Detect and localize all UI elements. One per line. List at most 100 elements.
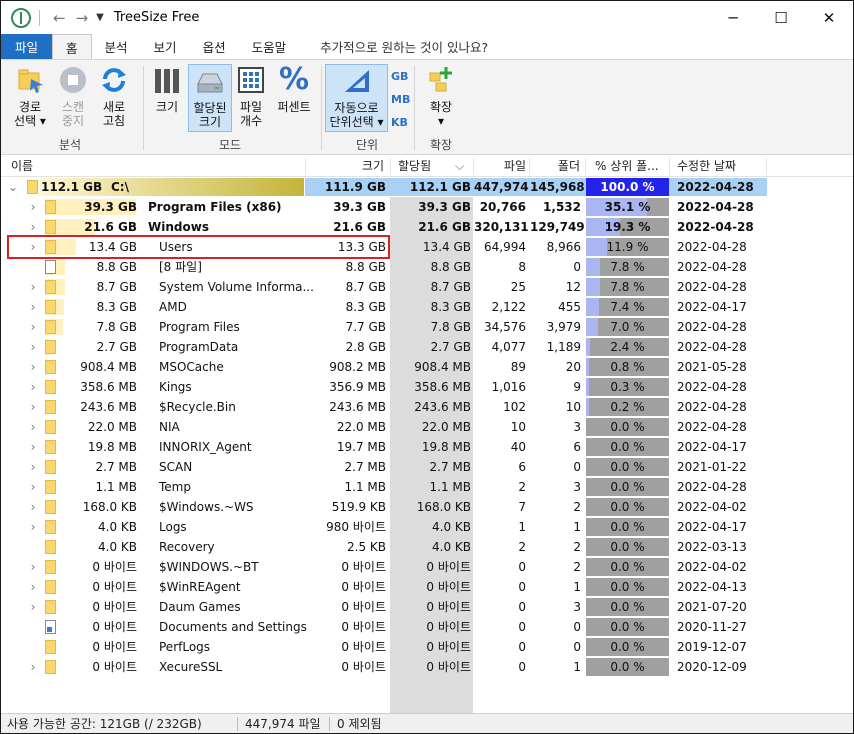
expand-chevron-icon[interactable] <box>27 257 39 277</box>
column-modified[interactable]: 수정한 날짜 <box>677 156 736 177</box>
column-separator[interactable] <box>766 158 767 175</box>
expand-chevron-icon[interactable]: › <box>27 277 39 297</box>
tree-row[interactable]: › 358.6 MB Kings 356.9 MB 358.6 MB 1,016 9 0.3 … <box>1 377 853 397</box>
row-name[interactable]: $Recycle.Bin <box>159 397 236 417</box>
row-name[interactable]: Kings <box>159 377 192 397</box>
row-name[interactable]: $WINDOWS.~BT <box>159 557 259 577</box>
tree-row[interactable]: › 908.4 MB MSOCache 908.2 MB 908.4 MB 89 20 0.8… <box>1 357 853 377</box>
tree-row[interactable]: › 22.0 MB NIA 22.0 MB 22.0 MB 10 3 0.0 % 2022-04… <box>1 417 853 437</box>
unit-kb-button[interactable]: KB <box>391 116 408 129</box>
expand-chevron-icon[interactable]: › <box>27 317 39 337</box>
unit-gb-button[interactable]: GB <box>391 70 408 83</box>
row-name[interactable]: Program Files <box>159 317 240 337</box>
tree-row[interactable]: › 2.7 MB SCAN 2.7 MB 2.7 MB 6 0 0.0 % 2021-01-22 <box>1 457 853 477</box>
tree-row[interactable]: 4.0 KB Recovery 2.5 KB 4.0 KB 2 2 0.0 % 2022-03… <box>1 537 853 557</box>
row-name[interactable]: AMD <box>159 297 187 317</box>
tree-row[interactable]: › 0 바이트 XecureSSL 0 바이트 0 바이트 0 1 0.0 % 2020-12-… <box>1 657 853 677</box>
tree-row[interactable]: 0 바이트 PerfLogs 0 바이트 0 바이트 0 0 0.0 % 2019-12-07 <box>1 637 853 657</box>
row-name[interactable]: Recovery <box>159 537 215 557</box>
percent-mode-button[interactable]: % 퍼센트 <box>273 64 315 115</box>
row-name[interactable]: XecureSSL <box>159 657 222 677</box>
tab-options[interactable]: 옵션 <box>190 34 239 59</box>
expand-chevron-icon[interactable]: › <box>27 337 39 357</box>
tree-row[interactable]: › 8.3 GB AMD 8.3 GB 8.3 GB 2,122 455 7.4 % 2022-… <box>1 297 853 317</box>
expand-chevron-icon[interactable]: › <box>27 657 39 677</box>
forward-arrow-icon[interactable]: → <box>76 9 89 27</box>
tree-row[interactable]: › 4.0 KB Logs 980 바이트 4.0 KB 1 1 0.0 % 2022-04-1… <box>1 517 853 537</box>
expand-chevron-icon[interactable]: › <box>27 217 39 237</box>
unit-mb-button[interactable]: MB <box>391 93 410 106</box>
expand-button[interactable]: 확장 ▾ <box>421 64 461 128</box>
row-name[interactable]: System Volume Informa... <box>159 277 314 297</box>
row-name[interactable]: ProgramData <box>159 337 238 357</box>
tab-analysis[interactable]: 분석 <box>92 34 141 59</box>
tree-row[interactable]: › 39.3 GB Program Files (x86) 39.3 GB 39.3 G… <box>1 197 853 217</box>
quick-access-dropdown-icon[interactable]: ▼ <box>96 12 104 23</box>
expand-chevron-icon[interactable]: › <box>27 417 39 437</box>
row-name[interactable]: MSOCache <box>159 357 224 377</box>
column-separator[interactable] <box>390 158 391 175</box>
column-name[interactable]: 이름 <box>11 156 33 177</box>
expand-chevron-icon[interactable] <box>27 637 39 657</box>
size-mode-button[interactable]: 크기 <box>149 64 185 114</box>
row-name[interactable]: Documents and Settings <box>159 617 307 637</box>
expand-chevron-icon[interactable]: › <box>27 497 39 517</box>
auto-unit-button[interactable]: 자동으로 단위선택 ▾ <box>325 64 388 132</box>
expand-chevron-icon[interactable]: › <box>27 377 39 397</box>
tab-home[interactable]: 홈 <box>52 34 92 59</box>
expand-chevron-icon[interactable]: › <box>27 357 39 377</box>
tab-help[interactable]: 도움말 <box>239 34 300 59</box>
minimize-button[interactable]: ─ <box>709 1 757 34</box>
tree-row[interactable]: › 7.8 GB Program Files 7.7 GB 7.8 GB 34,576 3,… <box>1 317 853 337</box>
row-name[interactable]: INNORIX_Agent <box>159 437 252 457</box>
column-separator[interactable] <box>669 158 670 175</box>
row-name[interactable]: $Windows.~WS <box>159 497 254 517</box>
tree-row[interactable]: › 21.6 GB Windows 21.6 GB 21.6 GB 320,131 129,… <box>1 217 853 237</box>
expand-chevron-icon[interactable]: › <box>27 397 39 417</box>
column-percent-parent[interactable]: % 상위 폴... <box>595 156 659 177</box>
expand-chevron-icon[interactable]: › <box>27 457 39 477</box>
treesize-logo-icon[interactable] <box>11 7 31 28</box>
maximize-button[interactable]: ☐ <box>757 1 805 34</box>
tab-view[interactable]: 보기 <box>141 34 190 59</box>
file-count-mode-button[interactable]: 파일 개수 <box>235 64 267 128</box>
select-path-button[interactable]: 경로 선택 ▾ <box>9 64 51 128</box>
row-name[interactable]: Windows <box>148 217 209 237</box>
tree-row[interactable]: › 243.6 MB $Recycle.Bin 243.6 MB 243.6 MB 102… <box>1 397 853 417</box>
expand-chevron-icon[interactable]: › <box>27 597 39 617</box>
tree-row[interactable]: › 0 바이트 $WinREAgent 0 바이트 0 바이트 0 1 0.0 % 2022-0… <box>1 577 853 597</box>
tree-row[interactable]: › 2.7 GB ProgramData 2.8 GB 2.7 GB 4,077 1,189… <box>1 337 853 357</box>
tree-row[interactable]: › 0 바이트 $WINDOWS.~BT 0 바이트 0 바이트 0 2 0.0 % 2022-… <box>1 557 853 577</box>
expand-chevron-icon[interactable]: ⌄ <box>7 177 19 197</box>
row-name[interactable]: [8 파일] <box>159 257 202 277</box>
tell-me-search[interactable]: 추가적으로 원하는 것이 있나요? <box>307 34 501 59</box>
column-size[interactable]: 크기 <box>306 156 384 177</box>
expand-chevron-icon[interactable]: › <box>27 577 39 597</box>
row-name[interactable]: PerfLogs <box>159 637 210 657</box>
sort-desc-icon[interactable]: ⌵ <box>455 156 464 177</box>
tree-row[interactable]: › 0 바이트 Daum Games 0 바이트 0 바이트 0 3 0.0 % 2021-07… <box>1 597 853 617</box>
column-separator[interactable] <box>585 158 586 175</box>
row-name[interactable]: Logs <box>159 517 187 537</box>
stop-scan-button[interactable]: 스캔 중지 <box>55 64 91 128</box>
tree-row[interactable]: › 168.0 KB $Windows.~WS 519.9 KB 168.0 KB 7 2 0… <box>1 497 853 517</box>
expand-chevron-icon[interactable] <box>27 537 39 557</box>
tree-root-row[interactable]: ⌄ 112.1 GB C:\ 111.9 GB 112.1 GB 447,974 145,9… <box>1 177 853 197</box>
expand-chevron-icon[interactable]: › <box>27 297 39 317</box>
row-name[interactable]: $WinREAgent <box>159 577 241 597</box>
tree-row[interactable]: › 19.8 MB INNORIX_Agent 19.7 MB 19.8 MB 40 6 0.… <box>1 437 853 457</box>
expand-chevron-icon[interactable]: › <box>27 557 39 577</box>
tab-file[interactable]: 파일 <box>1 34 53 59</box>
column-allocated[interactable]: 할당됨 <box>398 156 431 177</box>
tree-row[interactable]: › 1.1 MB Temp 1.1 MB 1.1 MB 2 3 0.0 % 2022-04-28 <box>1 477 853 497</box>
column-files[interactable]: 파일 <box>474 156 526 177</box>
row-name[interactable]: NIA <box>159 417 180 437</box>
tree-row[interactable]: 8.8 GB [8 파일] 8.8 GB 8.8 GB 8 0 7.8 % 2022-04-2… <box>1 257 853 277</box>
row-name[interactable]: C:\ <box>111 177 129 197</box>
row-name[interactable]: Temp <box>159 477 191 497</box>
back-arrow-icon[interactable]: ← <box>53 9 66 27</box>
column-folders[interactable]: 폴더 <box>530 156 580 177</box>
expand-chevron-icon[interactable] <box>27 617 39 637</box>
row-name[interactable]: Program Files (x86) <box>148 197 282 217</box>
allocated-size-mode-button[interactable]: 할당된 크기 <box>188 64 232 132</box>
